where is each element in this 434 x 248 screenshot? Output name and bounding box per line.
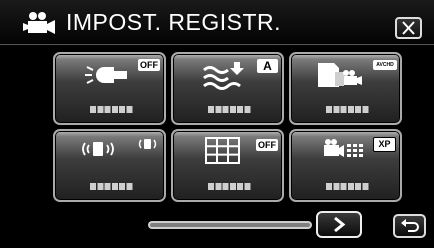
page-scrollbar[interactable] — [148, 221, 312, 229]
close-x-icon — [402, 21, 415, 35]
tile-wind-cut[interactable]: A — [171, 52, 284, 125]
close-button[interactable] — [395, 17, 422, 39]
tile-video-quality[interactable]: XP — [289, 129, 402, 202]
tile-image-stabilizer[interactable] — [53, 129, 166, 202]
scrollbar-track — [150, 223, 310, 227]
grid-icon — [205, 137, 240, 164]
header-divider — [0, 44, 434, 45]
tile-grid-display[interactable]: OFF — [171, 129, 284, 202]
header: IMPOST. REGISTR. — [0, 0, 434, 44]
video-quality-badge: XP — [373, 137, 396, 152]
tile-recording-media[interactable]: AVCHD — [289, 52, 402, 125]
next-page-button[interactable] — [316, 211, 362, 238]
grid-display-badge: OFF — [256, 139, 278, 151]
tile-label-placeholder — [90, 183, 134, 190]
tile-label-placeholder — [208, 106, 252, 113]
tile-label-placeholder — [208, 183, 252, 190]
recording-media-badge: AVCHD — [373, 60, 397, 70]
menu-screen: IMPOST. REGISTR. OFF A AVCHD OFF XP — [0, 0, 434, 248]
tile-label-placeholder — [90, 106, 134, 113]
tile-label-placeholder — [326, 106, 370, 113]
tile-label-placeholder — [326, 183, 370, 190]
tile-light[interactable]: OFF — [53, 52, 166, 125]
image-stabilizer-icon — [82, 139, 157, 156]
light-badge: OFF — [138, 59, 160, 71]
wind-cut-badge: A — [257, 59, 278, 73]
return-arrow-icon — [401, 219, 419, 232]
chevron-right-icon — [334, 216, 346, 233]
return-button[interactable] — [393, 214, 426, 238]
page-title: IMPOST. REGISTR. — [66, 9, 282, 35]
video-camera-icon — [23, 12, 55, 34]
